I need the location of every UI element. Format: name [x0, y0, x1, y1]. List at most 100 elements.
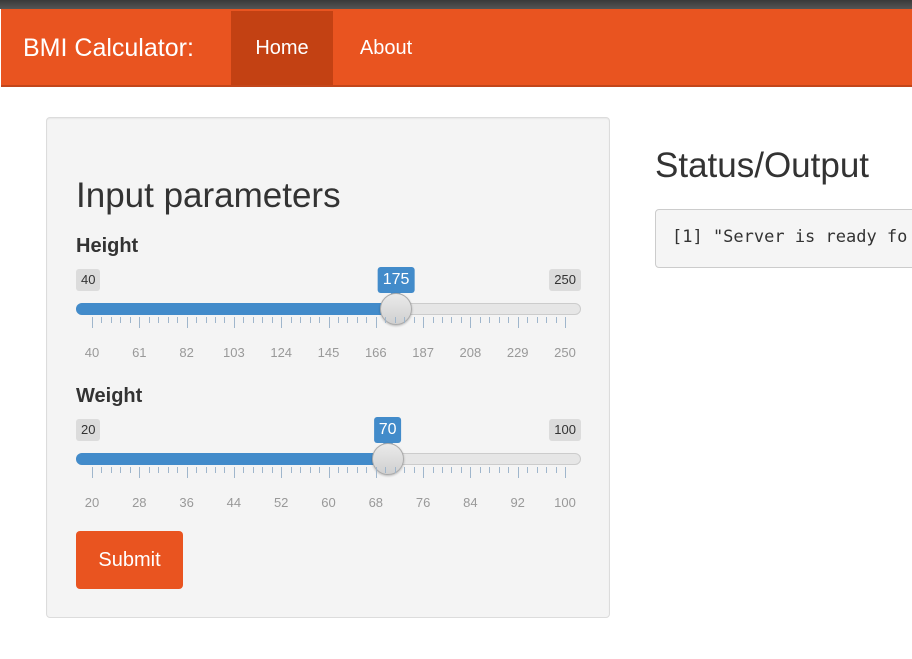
- height-slider-tick: [224, 317, 226, 323]
- weight-value-label: 70: [373, 417, 402, 448]
- height-slider-tick: [527, 317, 529, 323]
- weight-slider-tick: [110, 467, 112, 473]
- height-slider-tick: [432, 317, 434, 323]
- weight-slider-tick-label: 92: [510, 495, 525, 510]
- weight-slider-tick: [356, 467, 358, 473]
- height-slider-tick: [337, 317, 339, 323]
- height-slider-tick: [460, 317, 462, 323]
- height-slider-tick-label: 145: [317, 345, 340, 360]
- weight-slider-tick: [186, 467, 188, 478]
- height-min-label: 40: [76, 269, 101, 291]
- height-slider-tick: [470, 317, 472, 328]
- weight-slider-tick: [385, 467, 387, 473]
- height-slider-tick: [120, 317, 122, 323]
- submit-button[interactable]: Submit: [76, 531, 183, 589]
- height-slider-tick: [366, 317, 368, 323]
- height-slider-tick-label: 40: [84, 345, 100, 360]
- height-slider-tick: [252, 317, 254, 323]
- navbar: BMI Calculator: Home About: [1, 9, 912, 87]
- weight-slider-tick: [196, 467, 198, 473]
- weight-slider-tick: [290, 467, 292, 473]
- height-slider-tick: [413, 317, 415, 323]
- height-slider-tick: [479, 317, 481, 323]
- weight-slider-tick: [565, 467, 566, 478]
- height-slider-tick-label: 61: [132, 345, 147, 360]
- height-slider-tick-label: 103: [223, 345, 245, 360]
- weight-slider-tick: [460, 467, 462, 473]
- height-slider-tick-label: 187: [412, 345, 434, 360]
- output-title: Status/Output: [655, 146, 870, 185]
- nav-home-tab[interactable]: Home: [231, 11, 333, 85]
- height-slider-grid: 40 61 82 103 124 145 166 187 208 229 250: [76, 317, 581, 367]
- weight-slider-tick: [177, 467, 179, 473]
- height-slider-tick: [356, 317, 358, 323]
- height-slider-tick: [347, 317, 349, 323]
- height-slider-tick: [385, 317, 387, 323]
- weight-min-label: 20: [76, 419, 101, 441]
- window-top-strip: [0, 0, 912, 9]
- height-slider-tick: [309, 317, 311, 323]
- height-slider-tick: [565, 317, 566, 328]
- weight-slider-tick: [489, 467, 491, 473]
- output-text: [1] "Server is ready fo: [655, 209, 912, 268]
- height-slider-tick: [186, 317, 188, 328]
- weight-slider-tick-label: 20: [84, 495, 100, 510]
- height-slider-tick: [233, 317, 235, 328]
- weight-slider-tick: [92, 467, 93, 478]
- nav-about-tab[interactable]: About: [334, 11, 438, 85]
- height-slider-tick: [196, 317, 198, 323]
- weight-slider-tick: [451, 467, 453, 473]
- weight-slider-tick-label: 100: [554, 495, 576, 510]
- input-panel: Input parameters Height 40 250 175 40 61 8…: [46, 117, 610, 618]
- weight-slider-grid: 20 28 36 44 52 60 68 76 84 92 100: [76, 467, 581, 517]
- height-slider-tick: [110, 317, 112, 323]
- weight-slider-tick-label: 44: [226, 495, 242, 510]
- height-slider-tick: [129, 317, 131, 323]
- height-slider-tick: [243, 317, 245, 323]
- height-slider-tick: [451, 317, 453, 323]
- height-slider-fill: [76, 303, 397, 315]
- height-slider-tick-label: 208: [459, 345, 482, 360]
- weight-slider-tick: [546, 467, 548, 473]
- height-slider-tick-label: 229: [506, 345, 529, 360]
- weight-slider-tick: [129, 467, 131, 473]
- weight-slider-tick: [394, 467, 396, 473]
- height-slider-tick: [555, 317, 557, 323]
- height-slider-tick: [319, 317, 321, 323]
- weight-slider-tick: [366, 467, 368, 473]
- weight-slider-tick: [120, 467, 122, 473]
- weight-slider-tick: [167, 467, 169, 473]
- weight-slider-tick: [139, 467, 141, 478]
- weight-slider-tick: [517, 467, 519, 478]
- height-slider[interactable]: 40 250 175 40 61 82 103 124 145 166 187 208 229 25…: [76, 267, 581, 369]
- weight-slider-tick-label: 68: [368, 495, 384, 510]
- weight-max-label: 100: [549, 419, 581, 441]
- height-slider-tick: [139, 317, 141, 328]
- weight-slider-tick-label: 52: [273, 495, 289, 510]
- weight-slider-tick: [243, 467, 245, 473]
- height-slider-tick: [281, 317, 283, 328]
- height-slider-tick-label: 250: [554, 345, 576, 360]
- weight-slider-fill: [76, 453, 388, 465]
- weight-slider-tick: [347, 467, 349, 473]
- height-slider-tick-label: 124: [270, 345, 293, 360]
- height-value-label: 175: [377, 267, 415, 298]
- height-slider-tick: [148, 317, 150, 323]
- height-label: Height: [76, 235, 139, 257]
- weight-slider-tick: [148, 467, 150, 473]
- height-slider-tick: [290, 317, 292, 323]
- brand-title: BMI Calculator:: [23, 34, 194, 62]
- height-slider-tick: [177, 317, 179, 323]
- height-slider-tick: [423, 317, 425, 328]
- weight-slider-tick: [262, 467, 264, 473]
- weight-slider-tick: [442, 467, 444, 473]
- weight-slider-tick: [404, 467, 406, 473]
- height-slider-tick: [262, 317, 264, 323]
- weight-slider[interactable]: 20 100 70 20 28 36 44 52 60 68 76 84 92 100: [76, 417, 581, 519]
- height-slider-tick: [498, 317, 500, 323]
- weight-slider-tick: [470, 467, 472, 478]
- weight-slider-tick: [205, 467, 207, 473]
- weight-slider-tick: [319, 467, 321, 473]
- height-slider-tick: [517, 317, 519, 328]
- weight-slider-tick: [309, 467, 311, 473]
